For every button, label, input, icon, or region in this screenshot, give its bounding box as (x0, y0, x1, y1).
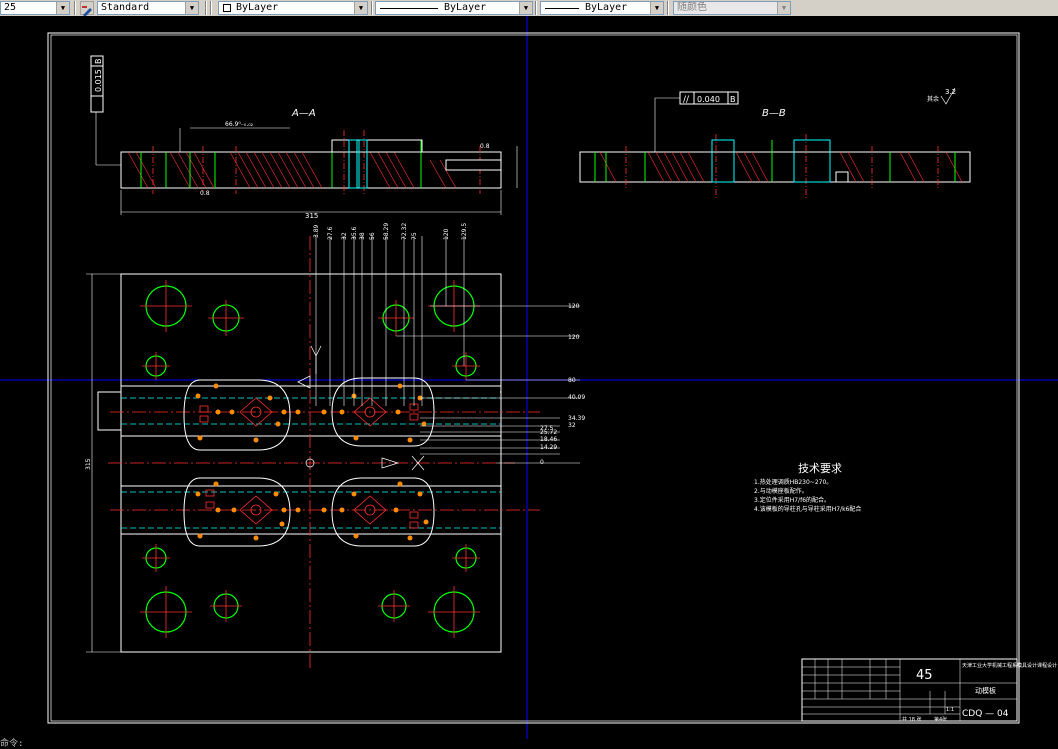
roughness-note: 其余 3.2 (927, 87, 956, 105)
dim-text: 66.9⁰₋₀.₀₂ (225, 121, 254, 128)
dimscale-combo[interactable]: 25 ▼ (0, 1, 70, 15)
plan-view: 315 3.89 27.6 32 35.6 38 56 58.29 72.32 75 120 129… (85, 223, 585, 668)
toolbar-separator (210, 1, 212, 15)
linetype-combo[interactable]: ByLayer ▼ (375, 1, 533, 15)
lineweight-value: ByLayer (585, 2, 628, 13)
layer-color-combo[interactable]: ByLayer ▼ (218, 1, 368, 15)
dim-label: 27.6 (327, 226, 334, 240)
dim-label: 35.6 (351, 226, 358, 240)
dim-label: 120 (568, 303, 580, 310)
parallel-datum: B (730, 95, 736, 104)
material: 45 (916, 668, 933, 683)
dim-label: 3.89 (313, 224, 320, 238)
drawing-border (47, 32, 1020, 724)
tech-title: 技术要求 (798, 462, 842, 475)
plot-style-combo[interactable]: 随颜色 ▼ (673, 1, 791, 15)
sheet-total: 共 18 张 (902, 716, 922, 723)
toolbar-separator (205, 1, 207, 15)
dim-label: 40.09 (568, 394, 585, 401)
chevron-down-icon[interactable]: ▼ (777, 2, 790, 14)
tech-item: 4.该模板的导柱孔与导柱采用H7/k6配合 (754, 505, 861, 513)
command-line[interactable]: 命令: (0, 739, 1058, 749)
parallel-symbol-icon: // (683, 95, 690, 105)
cad-drawing: A—A 315 66.9⁰₋₀.₀₂ 0.8 0.8 0.015 B B—B /… (0, 16, 1058, 739)
scale: 1:1 (946, 707, 954, 713)
chevron-down-icon[interactable]: ▼ (354, 2, 367, 14)
tech-item: 3.定位件采用H7/f6的配合。 (754, 496, 830, 504)
line-sample-icon (380, 8, 438, 9)
flatness-tolerance-value: 0.015 (94, 69, 103, 92)
dim-label: 120 (568, 334, 580, 341)
drawing-canvas[interactable]: A—A 315 66.9⁰₋₀.₀₂ 0.8 0.8 0.015 B B—B /… (0, 16, 1058, 739)
dim-label: 72.32 (401, 223, 408, 240)
dim-label: 75 (411, 232, 418, 240)
dim-text: 0.8 (480, 143, 490, 150)
part-name: 动模板 (975, 686, 996, 695)
dim-label: 0 (540, 459, 544, 466)
toolbar-separator (667, 1, 669, 15)
dim-label: 34.39 (568, 415, 585, 422)
toolbar-separator (371, 1, 373, 15)
dim-text: 0.8 (200, 190, 210, 197)
parallel-tolerance-value: 0.040 (697, 95, 720, 104)
dim-label: 25.72 (540, 429, 557, 436)
section-bb-view: B—B // 0.040 B 其余 3.2 (579, 87, 971, 200)
dim-label: 58.29 (383, 223, 390, 240)
technical-requirements: 技术要求 1.热处理调质HB230~270。 2.与动模座板配作。 3.定位件采… (754, 462, 861, 513)
section-aa-label: A—A (291, 108, 316, 119)
text-style-value: Standard (101, 2, 150, 13)
section-bb-label: B—B (762, 108, 786, 119)
tech-item: 1.热处理调质HB230~270。 (754, 478, 832, 486)
chevron-down-icon[interactable]: ▼ (650, 2, 663, 14)
chevron-down-icon[interactable]: ▼ (519, 2, 532, 14)
dim-label: 38 (359, 232, 366, 240)
command-prompt: 命令: (0, 739, 24, 749)
dimscale-value: 25 (4, 2, 17, 13)
school-name: 天津工业大学机械工程系模具设计课程设计 (962, 662, 1057, 669)
vertical-dims: 3.89 27.6 32 35.6 38 56 58.29 72.32 75 120 129.5 (313, 223, 468, 240)
section-aa-view: A—A 315 66.9⁰₋₀.₀₂ 0.8 0.8 0.015 B (90, 55, 518, 220)
linetype-value: ByLayer (444, 2, 487, 13)
drawing-number: CDQ — 04 (962, 709, 1009, 719)
dim-label: 32 (568, 422, 576, 429)
flatness-tolerance-frame: 0.015 B (90, 55, 104, 113)
layer-color-value: ByLayer (236, 2, 279, 13)
dim-length: 315 (305, 212, 318, 220)
dim-label: 120 (443, 228, 450, 240)
svg-text:其余: 其余 (927, 95, 939, 103)
dim-label: 32 (341, 232, 348, 240)
tech-item: 2.与动模座板配作。 (754, 487, 808, 495)
flatness-datum: B (94, 59, 103, 65)
parallelism-tolerance-frame: // 0.040 B (654, 91, 739, 152)
dim-label: 56 (369, 232, 376, 240)
lineweight-combo[interactable]: ByLayer ▼ (540, 1, 664, 15)
color-swatch-icon (223, 4, 231, 12)
line-sample-icon (545, 8, 579, 9)
text-style-icon[interactable] (80, 1, 94, 17)
toolbar-separator (535, 1, 537, 15)
dim-label: 80 (568, 377, 576, 384)
text-style-combo[interactable]: Standard ▼ (97, 1, 199, 15)
chevron-down-icon[interactable]: ▼ (56, 2, 69, 14)
cavity-insert (183, 377, 435, 547)
properties-toolbar: 25 ▼ Standard ▼ ByLayer ▼ ByLayer ▼ ByLa… (0, 0, 1058, 17)
plot-style-value: 随颜色 (677, 2, 707, 13)
toolbar-separator (74, 1, 76, 15)
dim-height: 315 (85, 458, 92, 470)
dim-label: 14.29 (540, 444, 557, 451)
dim-label: 18.46 (540, 436, 557, 443)
chevron-down-icon[interactable]: ▼ (185, 2, 198, 14)
sheet-number: 第4张 (934, 716, 947, 723)
dim-label: 129.5 (461, 223, 468, 240)
horizontal-dims: 1201208040.0934.393227.525.7218.4614.290 (540, 303, 585, 466)
